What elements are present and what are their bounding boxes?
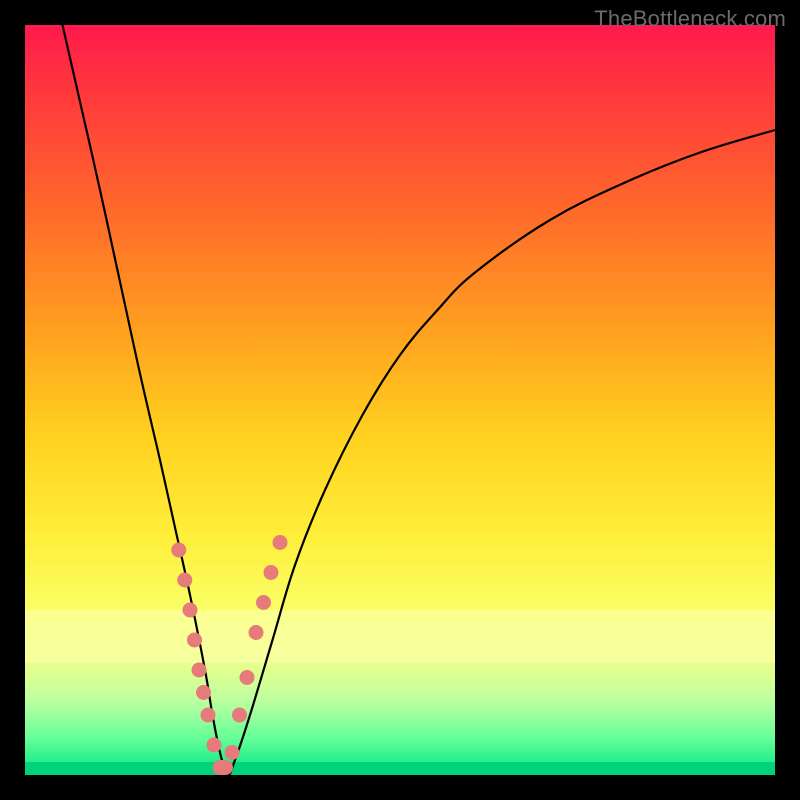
chart-frame: TheBottleneck.com [0, 0, 800, 800]
sample-dot [249, 625, 264, 640]
sample-dot [207, 738, 222, 753]
watermark-text: TheBottleneck.com [594, 6, 786, 32]
sample-dot [177, 573, 192, 588]
sample-dot [192, 663, 207, 678]
sample-dot [225, 745, 240, 760]
sample-dot [264, 565, 279, 580]
sample-dots-group [171, 535, 287, 775]
sample-dot [187, 633, 202, 648]
sample-dot [183, 603, 198, 618]
bottleneck-curve [63, 25, 776, 775]
sample-dot [256, 595, 271, 610]
sample-dot [273, 535, 288, 550]
curve-svg [25, 25, 775, 775]
sample-capsule [213, 760, 233, 775]
sample-dot [232, 708, 247, 723]
sample-dot [201, 708, 216, 723]
sample-dot [196, 685, 211, 700]
sample-dot [240, 670, 255, 685]
sample-dot [171, 543, 186, 558]
plot-area [25, 25, 775, 775]
